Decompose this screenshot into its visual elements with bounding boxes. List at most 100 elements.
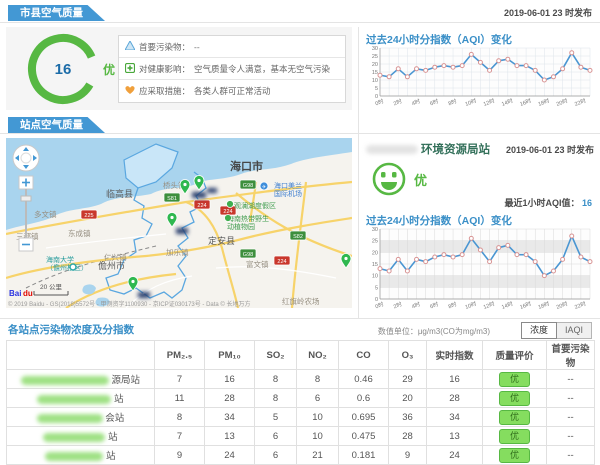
value-cell: 24 bbox=[427, 446, 483, 465]
aqi-gauge: 16 bbox=[18, 29, 114, 109]
station-name: 环境资源局站 bbox=[366, 141, 490, 157]
map-label: 海口美兰 bbox=[274, 181, 302, 190]
latest-aqi-value: 16 bbox=[582, 198, 592, 208]
svg-text:20 公里: 20 公里 bbox=[40, 283, 63, 291]
map-zoom-handle[interactable] bbox=[21, 196, 31, 201]
map-label: 仁兴镇 bbox=[104, 252, 127, 262]
table-header-cell: PM₁₀ bbox=[205, 341, 255, 370]
station-name-suffix: 源局站 bbox=[109, 375, 140, 386]
value-cell: 21 bbox=[297, 446, 339, 465]
svg-text:动植物园: 动植物园 bbox=[227, 222, 255, 231]
aqi-value: 16 bbox=[55, 61, 72, 78]
value-cell: 16 bbox=[205, 370, 255, 389]
svg-text:8时: 8时 bbox=[447, 300, 458, 311]
svg-text:20: 20 bbox=[372, 62, 378, 68]
value-cell: 28 bbox=[427, 389, 483, 408]
primary-pollutant-cell: -- bbox=[547, 427, 595, 446]
svg-text:14时: 14时 bbox=[500, 299, 514, 311]
svg-text:G98: G98 bbox=[243, 252, 253, 258]
svg-text:30: 30 bbox=[372, 46, 378, 52]
station-name-cell: 站 bbox=[7, 389, 155, 408]
svg-text:224: 224 bbox=[277, 259, 286, 265]
value-cell: 5 bbox=[255, 408, 297, 427]
baidu-map-canvas[interactable]: G98S81224224G98224225S82海口市桥头镇临高县多文镇东成镇三… bbox=[6, 138, 352, 308]
map-label: 定安县 bbox=[208, 235, 235, 246]
value-cell: 36 bbox=[389, 408, 427, 427]
svg-text:25: 25 bbox=[372, 239, 378, 245]
station-name-blur bbox=[37, 414, 103, 423]
table-header-cell: 实时指数 bbox=[427, 341, 483, 370]
table-row: 源局站716880.462916优-- bbox=[7, 370, 595, 389]
primary-pollutant-cell: -- bbox=[547, 446, 595, 465]
svg-text:10: 10 bbox=[372, 78, 378, 84]
toggle-iaqi[interactable]: IAQI bbox=[557, 322, 592, 339]
info-value: -- bbox=[194, 42, 200, 52]
map-blur-smudge bbox=[138, 292, 150, 298]
value-cell: 8 bbox=[155, 408, 205, 427]
svg-text:12时: 12时 bbox=[482, 96, 496, 108]
station-name-blur bbox=[45, 452, 103, 461]
station-level-label: 优 bbox=[414, 170, 427, 189]
table-row: 站7136100.4752813优-- bbox=[7, 427, 595, 446]
svg-text:Bai: Bai bbox=[9, 289, 21, 298]
svg-text:15: 15 bbox=[372, 262, 378, 268]
svg-text:20: 20 bbox=[372, 250, 378, 256]
tab-station-air-quality: 站点空气质量 bbox=[8, 117, 105, 133]
value-cell: 10 bbox=[297, 408, 339, 427]
map-compass-control[interactable] bbox=[13, 145, 39, 171]
map-blur-smudge bbox=[192, 192, 206, 198]
primary-pollutant-cell: -- bbox=[547, 408, 595, 427]
station-name-suffix: 会站 bbox=[103, 413, 125, 424]
svg-text:✈: ✈ bbox=[262, 185, 266, 191]
svg-text:4时: 4时 bbox=[410, 300, 421, 311]
value-cell: 0.475 bbox=[339, 427, 389, 446]
table-row: 站9246210.181924优-- bbox=[7, 446, 595, 465]
value-cell: 11 bbox=[155, 389, 205, 408]
rating-cell: 优 bbox=[483, 427, 547, 446]
value-cell: 28 bbox=[205, 389, 255, 408]
station-name-blur bbox=[21, 376, 109, 385]
station-name-suffix: 站 bbox=[111, 394, 123, 405]
svg-text:国际机场: 国际机场 bbox=[274, 189, 302, 198]
latest-aqi-label: 最近1小时AQI值： bbox=[504, 198, 579, 208]
health-cross-icon bbox=[125, 63, 135, 75]
latest-aqi: 最近1小时AQI值： 16 bbox=[504, 196, 592, 209]
table-title: 各站点污染物浓度及分指数 bbox=[8, 322, 134, 337]
svg-text:12时: 12时 bbox=[482, 299, 496, 311]
svg-text:（儋州校区）: （儋州校区） bbox=[46, 263, 88, 272]
map-label: 海口市 bbox=[230, 159, 263, 173]
toggle-concentration[interactable]: 浓度 bbox=[521, 322, 557, 339]
divider bbox=[0, 133, 600, 134]
table-header-cell bbox=[7, 341, 155, 370]
svg-text:5: 5 bbox=[375, 86, 378, 92]
rating-cell: 优 bbox=[483, 446, 547, 465]
svg-text:15: 15 bbox=[372, 70, 378, 76]
table-header-row: PM₂.₅PM₁₀SO₂NO₂COO₃实时指数质量评价首要污染物 bbox=[7, 341, 595, 370]
value-cell: 8 bbox=[255, 370, 297, 389]
station-map[interactable]: G98S81224224G98224225S82海口市桥头镇临高县多文镇东成镇三… bbox=[6, 138, 352, 308]
unit-toggle-group: 浓度 IAQI bbox=[521, 322, 592, 339]
divider bbox=[358, 27, 359, 318]
station-name-suffix: 站 bbox=[105, 432, 117, 443]
svg-text:6时: 6时 bbox=[429, 97, 440, 108]
svg-text:10: 10 bbox=[372, 274, 378, 280]
table-header-cell: 质量评价 bbox=[483, 341, 547, 370]
value-cell: 0.695 bbox=[339, 408, 389, 427]
divider bbox=[0, 22, 600, 23]
value-cell: 20 bbox=[389, 389, 427, 408]
table-header-cell: O₃ bbox=[389, 341, 427, 370]
station-name-blur bbox=[366, 145, 418, 154]
aqi-chart-city: 0510152025300时2时4时6时8时10时12时14时16时18时20时… bbox=[366, 45, 594, 109]
map-label: 加乐镇 bbox=[166, 247, 189, 257]
svg-text:S81: S81 bbox=[167, 196, 177, 202]
value-cell: 9 bbox=[389, 446, 427, 465]
table-header-cell: PM₂.₅ bbox=[155, 341, 205, 370]
station-name-cell: 会站 bbox=[7, 408, 155, 427]
svg-text:225: 225 bbox=[84, 213, 93, 219]
svg-text:2时: 2时 bbox=[392, 97, 403, 108]
info-label: 应采取措施： bbox=[139, 85, 190, 97]
baidu-logo: Bai du bbox=[9, 289, 33, 298]
aqi-level-label: 优 bbox=[103, 61, 115, 78]
rating-badge: 优 bbox=[499, 410, 530, 425]
aqi-chart-station: 0510152025300时2时4时6时8时10时12时14时16时18时20时… bbox=[366, 226, 594, 312]
